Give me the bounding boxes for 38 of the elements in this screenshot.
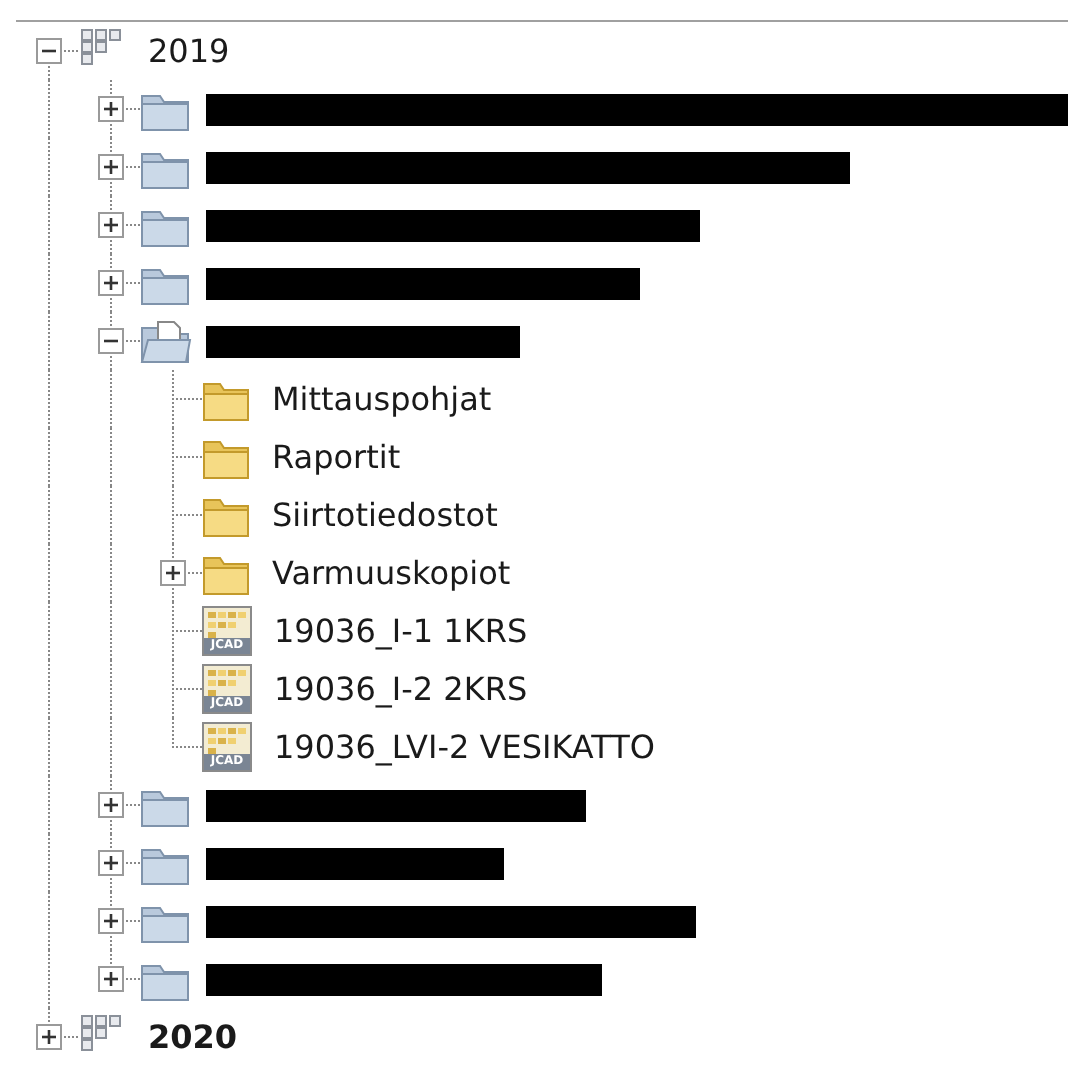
plus-icon (102, 796, 120, 814)
plus-icon (40, 1028, 58, 1046)
tree-item-label[interactable]: 19036_I-2 2KRS (274, 665, 528, 713)
plus-icon (102, 100, 120, 118)
expand-toggle[interactable] (98, 96, 124, 122)
expand-toggle[interactable] (98, 212, 124, 238)
plus-icon (102, 216, 120, 234)
tree-item-label[interactable]: Varmuuskopiot (272, 549, 511, 597)
folder-icon (202, 493, 250, 537)
plus-icon (102, 912, 120, 930)
tree-item-label[interactable]: 2020 (148, 1013, 238, 1061)
folder-icon (202, 377, 250, 421)
folder-icon (202, 435, 250, 479)
plus-icon (102, 970, 120, 988)
tree-item-label[interactable]: 19036_LVI-2 VESIKATTO (274, 723, 655, 771)
expand-toggle[interactable] (98, 154, 124, 180)
expand-toggle[interactable] (160, 560, 186, 586)
expand-toggle[interactable] (98, 270, 124, 296)
plus-icon (102, 854, 120, 872)
document-icon (204, 724, 250, 754)
expand-toggle[interactable] (98, 908, 124, 934)
expand-toggle[interactable] (98, 792, 124, 818)
document-icon (204, 666, 250, 696)
tree-item-label[interactable]: Siirtotiedostot (272, 491, 498, 539)
expand-toggle[interactable] (36, 1024, 62, 1050)
expand-toggle[interactable] (98, 966, 124, 992)
expand-toggle[interactable] (36, 38, 62, 64)
plus-icon (102, 158, 120, 176)
tree-item-label[interactable]: Raportit (272, 433, 401, 481)
tree-item-label[interactable]: Mittauspohjat (272, 375, 492, 423)
tree-item-label[interactable]: 2019 (148, 27, 230, 75)
expand-toggle[interactable] (98, 328, 124, 354)
expand-toggle[interactable] (98, 850, 124, 876)
folder-icon (202, 551, 250, 595)
document-icon (204, 608, 250, 638)
plus-icon (102, 274, 120, 292)
tree-item-label[interactable]: 19036_I-1 1KRS (274, 607, 528, 655)
plus-icon (164, 564, 182, 582)
